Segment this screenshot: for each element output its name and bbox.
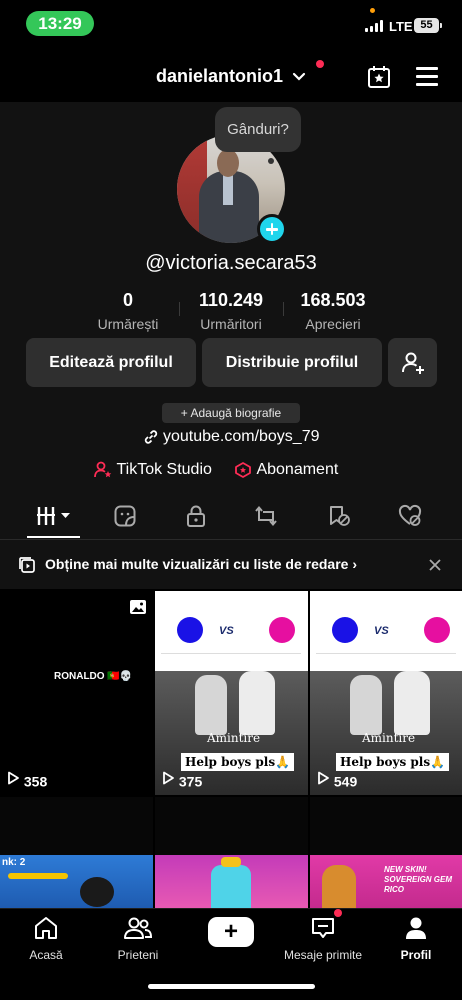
play-icon xyxy=(318,771,329,785)
tiktok-studio-link[interactable]: TikTok Studio xyxy=(94,461,212,483)
nav-label: Acasă xyxy=(29,948,63,962)
video-thumbnail[interactable] xyxy=(0,797,153,855)
stat-label: Urmărești xyxy=(97,316,159,332)
profile-stats: 0 Urmărești 110.249 Urmăritori 168.503 A… xyxy=(0,290,462,334)
profile-header: danielantonio1 xyxy=(0,52,462,102)
inbox-badge xyxy=(334,909,342,917)
lock-icon[interactable] xyxy=(184,504,208,528)
video-caption: Help boys pls🙏 xyxy=(336,753,450,771)
view-count-value: 358 xyxy=(23,773,48,789)
nav-friends[interactable]: Prieteni xyxy=(92,915,184,962)
repost-icon[interactable] xyxy=(254,504,278,528)
video-thumbnail[interactable]: NEW SKIN! SOVEREIGN GEM RICO xyxy=(310,855,462,909)
status-bar: 13:29 LTE 55 xyxy=(0,0,462,46)
subscription-link[interactable]: Abonament xyxy=(234,461,338,483)
add-bio-button[interactable]: + Adaugă biografie xyxy=(162,403,300,423)
network-label: LTE xyxy=(389,19,413,34)
stat-following[interactable]: 0 Urmărești xyxy=(73,290,183,332)
video-thumbnail[interactable]: VS Amintire Help boys pls🙏 549 xyxy=(310,591,462,795)
video-caption: NEW SKIN! SOVEREIGN GEM RICO xyxy=(384,865,453,894)
video-caption: RONALDO 🇵🇹💀 xyxy=(54,671,133,682)
view-count-value: 375 xyxy=(178,773,203,789)
chevron-down-icon xyxy=(292,73,306,81)
profile-handle: @victoria.secara53 xyxy=(145,252,317,274)
home-icon xyxy=(35,917,57,939)
video-thumbnail[interactable]: nk: 2 xyxy=(0,855,153,909)
status-time: 13:29 xyxy=(26,11,94,36)
studio-icon xyxy=(94,461,112,478)
playlist-banner[interactable]: Obține mai multe vizualizări cu liste de… xyxy=(0,541,462,589)
account-switcher[interactable]: danielantonio1 xyxy=(0,66,462,87)
view-count: 358 xyxy=(6,771,47,789)
plus-icon: + xyxy=(223,918,238,945)
videos-grid-icon[interactable] xyxy=(36,504,72,528)
profile-tabs xyxy=(0,490,462,540)
nav-label: Profil xyxy=(400,948,432,962)
stat-followers[interactable]: 110.249 Urmăritori xyxy=(176,290,286,332)
stat-label: Urmăritori xyxy=(200,316,262,332)
play-icon xyxy=(8,771,19,785)
view-count-value: 549 xyxy=(333,773,358,789)
menu-icon[interactable] xyxy=(416,67,440,87)
thoughts-bubble[interactable]: Gânduri? xyxy=(215,107,301,152)
link-icon xyxy=(144,430,157,444)
home-indicator[interactable] xyxy=(148,984,315,989)
liked-hidden-icon[interactable] xyxy=(398,504,422,528)
banner-text: Obține mai multe vizualizări cu liste de… xyxy=(45,556,357,572)
nav-home[interactable]: Acasă xyxy=(0,915,92,962)
nav-inbox[interactable]: Mesaje primite xyxy=(277,915,369,962)
username-label: danielantonio1 xyxy=(155,66,283,86)
video-thumbnail[interactable]: RONALDO 🇵🇹💀 358 xyxy=(0,591,153,795)
close-icon[interactable] xyxy=(428,558,442,572)
subscription-icon xyxy=(235,462,251,478)
video-caption-top: Amintire xyxy=(362,731,416,745)
add-story-icon[interactable] xyxy=(257,214,287,244)
link-text: youtube.com/boys_79 xyxy=(162,428,320,445)
saved-hidden-icon[interactable] xyxy=(327,504,351,528)
video-caption-top: Amintire xyxy=(207,731,261,745)
signal-icon xyxy=(365,20,385,32)
video-thumbnail[interactable] xyxy=(155,797,308,855)
view-count: 549 xyxy=(316,771,357,789)
video-caption: Help boys pls🙏 xyxy=(181,753,295,771)
image-post-icon xyxy=(130,600,146,614)
battery-icon: 55 xyxy=(414,18,442,33)
add-friend-button[interactable] xyxy=(388,338,437,387)
video-thumbnail[interactable] xyxy=(310,797,462,855)
calendar-star-icon[interactable] xyxy=(366,64,392,90)
profile-section: Gânduri? @victoria.secara53 0 Urmărești … xyxy=(0,102,462,542)
playlist-icon xyxy=(19,557,35,573)
edit-profile-button[interactable]: Editează profilul xyxy=(26,338,196,387)
studio-label: TikTok Studio xyxy=(116,461,212,478)
video-thumbnail[interactable] xyxy=(155,855,308,909)
share-profile-button[interactable]: Distribuie profilul xyxy=(202,338,382,387)
thought-tail xyxy=(268,158,274,164)
friends-icon xyxy=(124,917,153,939)
stat-likes[interactable]: 168.503 Aprecieri xyxy=(278,290,388,332)
nav-label: Mesaje primite xyxy=(283,948,363,962)
stat-value: 168.503 xyxy=(300,290,366,310)
subscription-label: Abonament xyxy=(256,461,339,478)
play-icon xyxy=(163,771,174,785)
stat-label: Aprecieri xyxy=(305,316,361,332)
privacy-indicator xyxy=(370,8,375,13)
nav-profile[interactable]: Profil xyxy=(370,915,462,962)
create-button[interactable]: + xyxy=(204,917,258,947)
inbox-icon xyxy=(312,918,334,938)
active-tab-indicator xyxy=(27,536,80,538)
view-count: 375 xyxy=(161,771,202,789)
stat-value: 0 xyxy=(122,290,133,310)
nav-label: Prieteni xyxy=(117,948,159,962)
video-thumbnail[interactable]: VS Amintire Help boys pls🙏 375 xyxy=(155,591,308,795)
notification-dot xyxy=(316,60,324,68)
profile-link[interactable]: youtube.com/boys_79 xyxy=(0,428,462,446)
private-videos-icon[interactable] xyxy=(113,504,137,528)
stat-value: 110.249 xyxy=(198,290,264,310)
video-caption: nk: 2 xyxy=(2,857,26,868)
add-user-icon xyxy=(401,352,424,374)
profile-icon xyxy=(406,917,426,939)
